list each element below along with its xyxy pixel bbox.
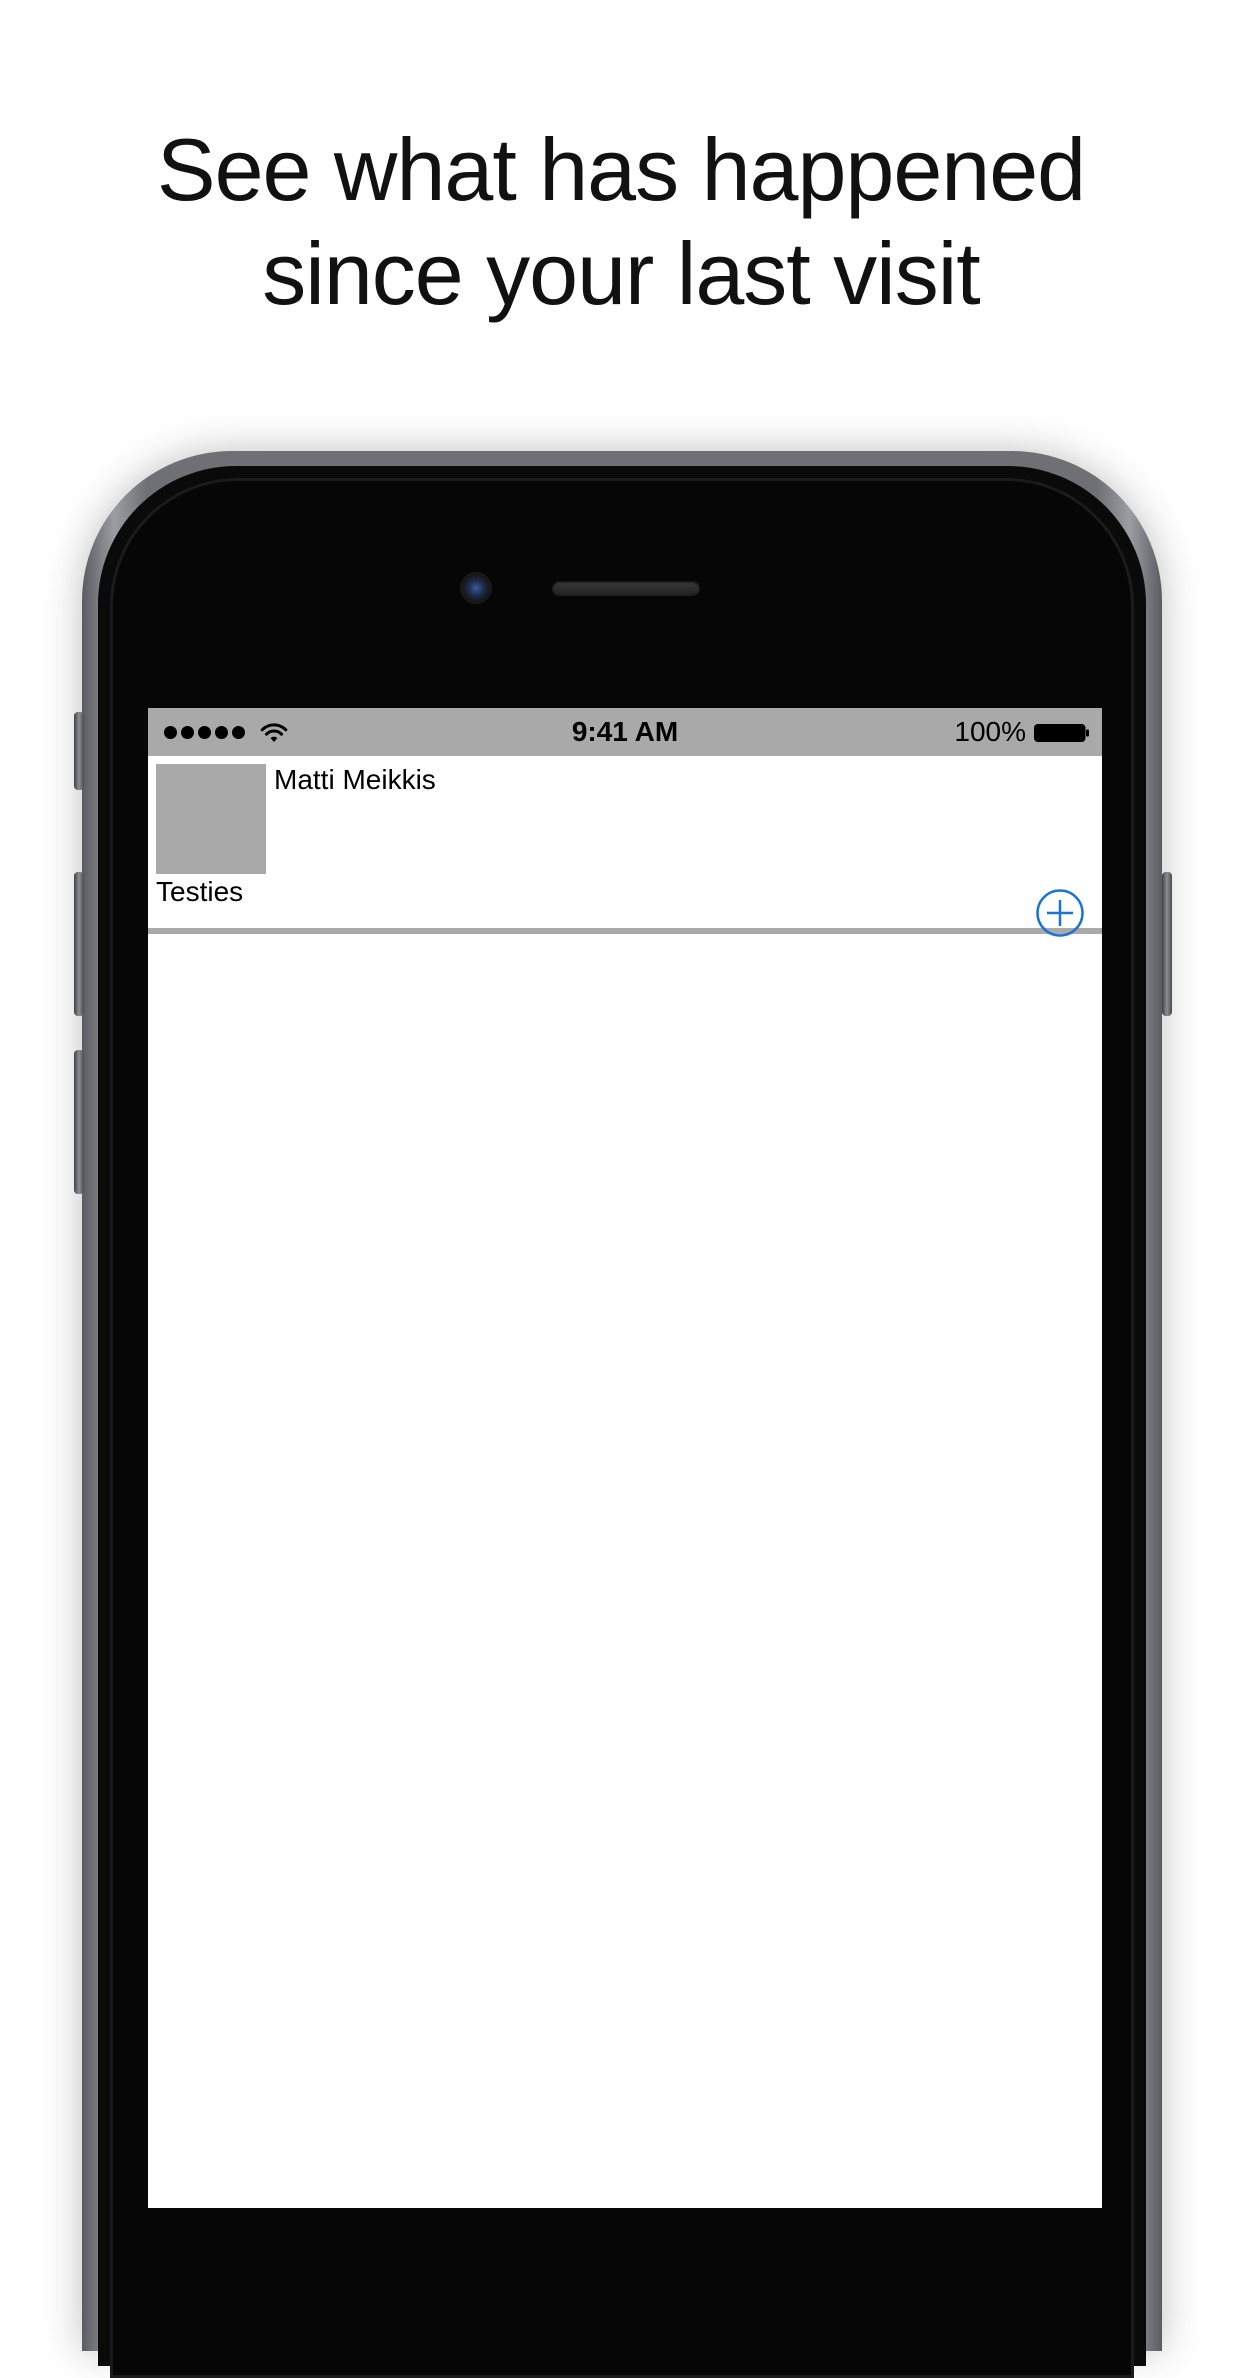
phone-mute-switch <box>74 712 84 790</box>
status-bar: 9:41 AM 100% <box>148 708 1102 756</box>
promo-headline: See what has happened since your last vi… <box>0 118 1242 326</box>
feed-item-user-name: Matti Meikkis <box>274 764 436 795</box>
phone-volume-up-button <box>74 872 84 1016</box>
avatar[interactable] <box>156 764 266 874</box>
phone-power-button <box>1162 872 1172 1016</box>
front-camera <box>460 572 492 604</box>
earpiece-speaker <box>552 581 700 596</box>
phone-volume-down-button <box>74 1050 84 1194</box>
feed-item-text: Testies <box>156 876 244 907</box>
plus-circle-icon <box>1036 889 1084 937</box>
feed-item[interactable]: Matti Meikkis Testies <box>148 756 1102 937</box>
battery-icon <box>1034 724 1089 742</box>
promo-headline-line-1: See what has happened <box>156 120 1086 219</box>
add-button[interactable] <box>1036 889 1084 937</box>
app-screen: 9:41 AM 100% Matti Meikkis Testies <box>148 708 1102 2208</box>
battery-percent: 100% <box>954 716 1026 747</box>
feed-separator <box>148 928 1102 934</box>
promo-headline-line-2: since your last visit <box>262 224 980 323</box>
